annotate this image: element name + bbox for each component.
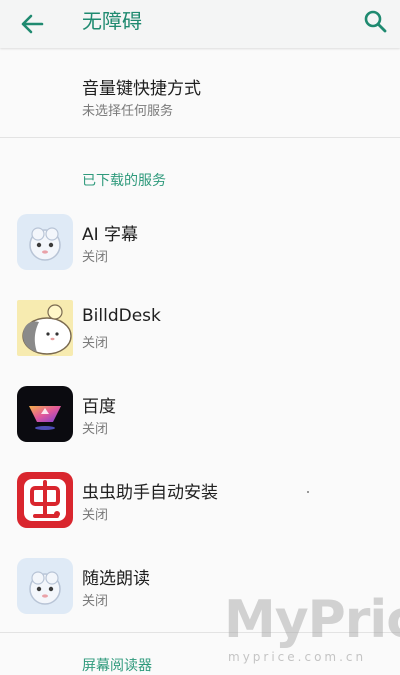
service-name: 百度 bbox=[82, 397, 116, 417]
back-button[interactable] bbox=[14, 6, 50, 42]
chongchong-icon bbox=[17, 472, 73, 528]
divider bbox=[0, 137, 400, 138]
service-status: 关闭 bbox=[82, 508, 109, 523]
service-item-billddesk[interactable]: BilldDesk 关闭 bbox=[0, 292, 400, 368]
service-name: BilldDesk bbox=[82, 306, 161, 326]
service-name: 虫虫助手自动安装 bbox=[82, 483, 218, 503]
service-status: 关闭 bbox=[82, 250, 109, 265]
search-button[interactable] bbox=[358, 4, 394, 40]
service-name: 随选朗读 bbox=[82, 569, 150, 589]
section-header-screen-reader: 屏幕阅读器 bbox=[82, 658, 152, 674]
service-status: 关闭 bbox=[82, 336, 109, 351]
sheep-face-icon bbox=[17, 214, 73, 270]
service-status: 关闭 bbox=[82, 422, 109, 437]
volume-shortcut-subtitle: 未选择任何服务 bbox=[82, 104, 174, 119]
service-name: AI 字幕 bbox=[82, 225, 139, 245]
volume-shortcut-title: 音量键快捷方式 bbox=[82, 79, 201, 99]
top-app-bar: 无障碍 bbox=[0, 0, 400, 48]
page-title: 无障碍 bbox=[82, 9, 142, 33]
watermark-logo: MyPrice bbox=[224, 590, 400, 650]
speck bbox=[307, 491, 309, 493]
search-icon bbox=[364, 10, 387, 33]
volume-shortcut-row[interactable]: 音量键快捷方式 未选择任何服务 bbox=[0, 58, 400, 136]
baidu-bowl-icon bbox=[17, 386, 73, 442]
watermark-url: myprice.com.cn bbox=[228, 650, 367, 664]
service-status: 关闭 bbox=[82, 594, 109, 609]
arrow-back-icon bbox=[21, 14, 44, 34]
service-item-baidu[interactable]: 百度 关闭 bbox=[0, 378, 400, 454]
service-item-chongchong[interactable]: 虫虫助手自动安装 关闭 bbox=[0, 464, 400, 540]
sheep-face-icon bbox=[17, 558, 73, 614]
service-item-ai-subtitle[interactable]: AI 字幕 关闭 bbox=[0, 206, 400, 282]
hamster-icon bbox=[17, 300, 73, 356]
section-header-downloaded: 已下载的服务 bbox=[82, 173, 166, 189]
